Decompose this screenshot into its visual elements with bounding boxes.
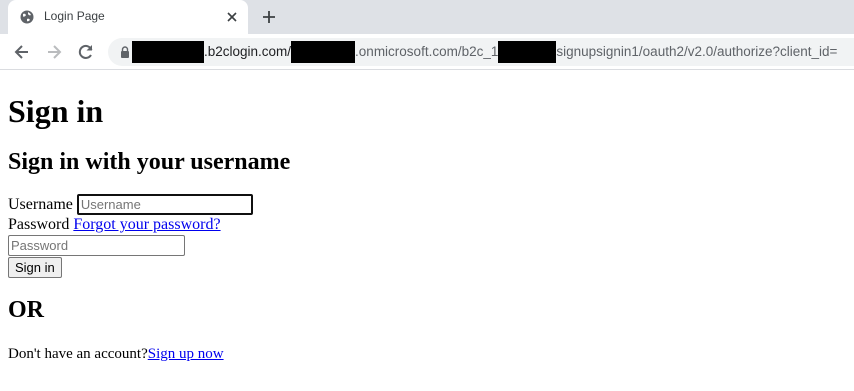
browser-tab[interactable]: Login Page (8, 0, 248, 34)
forward-arrow-icon[interactable] (44, 42, 64, 62)
username-row: Username (8, 194, 846, 215)
password-row: Password Forgot your password? (8, 215, 846, 235)
page-content: Sign in Sign in with your username Usern… (8, 70, 846, 363)
username-label: Username (8, 196, 73, 213)
page-title: Sign in (8, 93, 104, 129)
url-query: signupsignin1/oauth2/v2.0/authorize?clie… (556, 44, 838, 59)
login-form: Username Password Forgot your password? … (8, 194, 846, 278)
button-row: Sign in (8, 256, 846, 278)
username-input[interactable] (76, 194, 253, 215)
address-bar[interactable]: .b2clogin.com/ .onmicrosoft.com/b2c_1 sign… (108, 38, 854, 66)
url-text: .b2clogin.com/ .onmicrosoft.com/b2c_1 sign… (132, 38, 837, 66)
browser-toolbar: .b2clogin.com/ .onmicrosoft.com/b2c_1 sign… (0, 34, 854, 70)
redacted-block (132, 41, 204, 64)
redacted-block (498, 41, 557, 64)
back-arrow-icon[interactable] (12, 42, 32, 62)
reload-icon[interactable] (76, 42, 96, 62)
lock-icon (121, 46, 129, 58)
tab-title: Login Page (44, 9, 105, 23)
globe-icon (20, 10, 34, 24)
new-tab-plus-icon[interactable] (260, 8, 278, 26)
close-icon[interactable] (224, 9, 240, 25)
signup-prompt: Don't have an account?Sign up now (8, 346, 846, 363)
url-host: .b2clogin.com/ (204, 44, 292, 59)
or-divider-heading: OR (8, 297, 44, 323)
forgot-password-link[interactable]: Forgot your password? (73, 216, 220, 233)
password-input[interactable] (8, 235, 185, 256)
password-label: Password (8, 216, 70, 233)
sign-in-button[interactable]: Sign in (8, 257, 62, 278)
sign-up-link[interactable]: Sign up now (148, 346, 224, 362)
tab-strip: Login Page (0, 0, 854, 34)
sign-in-subheading: Sign in with your username (8, 149, 291, 175)
redacted-block (291, 41, 356, 64)
no-account-text: Don't have an account? (8, 346, 148, 362)
password-input-row (8, 235, 846, 256)
url-path: .onmicrosoft.com/b2c_1 (355, 44, 499, 59)
